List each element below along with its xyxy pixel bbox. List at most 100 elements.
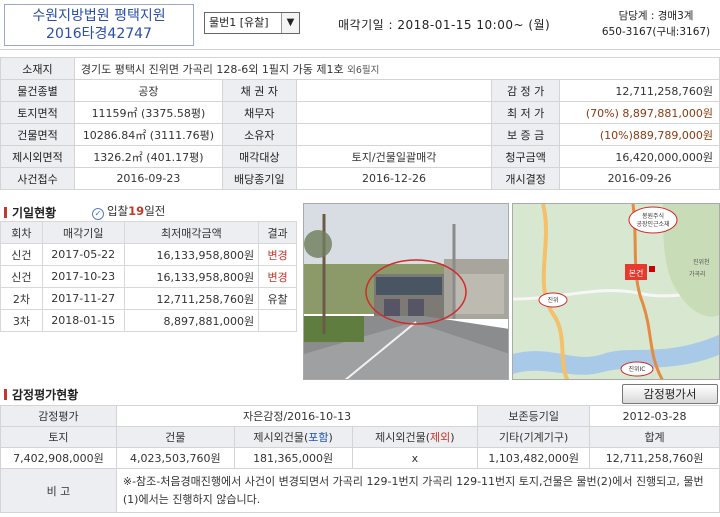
property-photo[interactable]: [303, 203, 509, 380]
info-value: [295, 123, 493, 146]
price-cell: 16,133,958,800원: [123, 265, 260, 288]
bid-days: 19: [128, 204, 145, 218]
info-label: 개시결정: [491, 167, 561, 190]
registration-date: 2012-03-28: [589, 405, 720, 427]
map-label-top1: 봉원주식: [642, 212, 664, 220]
column-header: 매각기일: [41, 221, 125, 244]
result-cell: 변경: [258, 265, 297, 288]
address-row: 소재지 경기도 평택시 진위면 가곡리 128-6외 1필지 가동 제1호 외6…: [0, 57, 720, 80]
appraisal-section-title: 감정평가현황: [4, 386, 78, 403]
appraisal-table: 감정평가 자은감정/2016-10-13 보존등기일 2012-03-28 토지…: [0, 405, 720, 513]
history-row: 신건 2017-10-23 16,133,958,800원 변경: [0, 265, 297, 288]
info-label: 사건접수: [0, 167, 75, 190]
manager-phone: 650-3167(구내:3167): [601, 26, 711, 38]
manager-dept: 담당계 : 경매3계: [618, 10, 694, 22]
appraiser-value: 자은감정/2016-10-13: [115, 405, 479, 427]
note-text: ※-참조-처음경매진행에서 사건이 변경되면서 가곡리 129-1번지 가곡리 …: [115, 468, 720, 513]
info-row: 사건접수 2016-09-23 배당종기일 2016-12-26 개시결정 20…: [0, 167, 720, 190]
section-bar-icon: [4, 389, 7, 400]
manager-info: 담당계 : 경매3계 650-3167(구내:3167): [594, 8, 718, 40]
info-value: [295, 79, 493, 102]
auction-history-table: 회차 매각기일 최저매각금액 결과 신건 2017-05-22 16,133,9…: [0, 221, 297, 332]
address-value: 경기도 평택시 진위면 가곡리 128-6외 1필지 가동 제1호 외6필지: [73, 57, 720, 80]
column-header: 토지: [0, 426, 117, 448]
appraisal-price: 12,711,258,760원: [559, 79, 720, 102]
section-bar-icon: [4, 207, 7, 218]
history-row: 3차 2018-01-15 8,897,881,000원: [0, 309, 297, 332]
column-header: 결과: [258, 221, 297, 244]
result-cell: [258, 309, 297, 332]
location-map[interactable]: 본건 봉원주식 공장인근소재 진위천 가곡리 진위 진위IC: [512, 203, 720, 380]
info-value: 공장: [73, 79, 223, 102]
deposit-amount: (10%)889,789,000원: [559, 123, 720, 146]
map-label-side1: 진위천: [693, 258, 710, 266]
info-label: 감 정 가: [491, 79, 561, 102]
note-label: 비 고: [0, 468, 117, 513]
court-name: 수원지방법원 평택지원: [32, 8, 166, 24]
appraisal-report-button[interactable]: 감정평가서: [622, 384, 718, 404]
round-cell: 3차: [0, 309, 43, 332]
result-cell: 유찰: [258, 287, 297, 310]
info-label: 보 증 금: [491, 123, 561, 146]
total-value: 12,711,258,760원: [589, 447, 720, 469]
claim-amount: 16,420,000,000원: [559, 145, 720, 168]
info-row: 물건종별 공장 채 권 자 감 정 가 12,711,258,760원: [0, 79, 720, 102]
column-header: 회차: [0, 221, 43, 244]
round-cell: 2차: [0, 287, 43, 310]
appraisal-value-row: 7,402,908,000원 4,023,503,760원 181,365,00…: [0, 447, 720, 469]
address-extra: 외6필지: [347, 64, 380, 76]
photo-illustration: [304, 204, 508, 379]
column-header: 합계: [589, 426, 720, 448]
info-value: 11159㎡ (3375.58평): [73, 101, 223, 124]
info-row: 제시외면적 1326.2㎡ (401.17평) 매각대상 토지/건물일괄매각 청…: [0, 145, 720, 168]
item-select-value: 물번1 [유찰]: [209, 16, 269, 29]
land-value: 7,402,908,000원: [0, 447, 117, 469]
info-label: 제시외면적: [0, 145, 75, 168]
map-badge: 본건: [629, 268, 644, 278]
info-value: 2016-09-23: [73, 167, 223, 190]
bid-countdown: ✓ 입찰19일전: [92, 203, 165, 220]
round-cell: 신건: [0, 265, 43, 288]
info-label: 소유자: [221, 123, 297, 146]
price-cell: 12,711,258,760원: [123, 287, 260, 310]
check-circle-icon: ✓: [92, 208, 104, 220]
round-cell: 신건: [0, 243, 43, 266]
address-label: 소재지: [0, 57, 75, 80]
info-value: 2016-12-26: [295, 167, 493, 190]
info-row: 토지면적 11159㎡ (3375.58평) 채무자 최 저 가 (70%) 8…: [0, 101, 720, 124]
info-label: 채무자: [221, 101, 297, 124]
info-value: 토지/건물일괄매각: [295, 145, 493, 168]
appraisal-label: 감정평가: [0, 405, 117, 427]
map-illustration: 본건 봉원주식 공장인근소재 진위천 가곡리 진위 진위IC: [513, 204, 719, 379]
column-header: 건물: [115, 426, 235, 448]
map-label-left: 진위: [547, 296, 558, 304]
info-label: 배당종기일: [221, 167, 297, 190]
map-label-bottom: 진위IC: [629, 365, 646, 373]
registration-label: 보존등기일: [477, 405, 591, 427]
note-row: 비 고 ※-참조-처음경매진행에서 사건이 변경되면서 가곡리 129-1번지 …: [0, 468, 720, 513]
machinery-value: 1,103,482,000원: [477, 447, 591, 469]
date-cell: 2017-11-27: [41, 287, 125, 310]
map-label-side2: 가곡리: [689, 270, 706, 278]
case-number: 2016타경42747: [46, 26, 152, 42]
price-cell: 16,133,958,800원: [123, 243, 260, 266]
extra-excluded-value: x: [351, 447, 479, 469]
info-value: [295, 101, 493, 124]
info-label: 최 저 가: [491, 101, 561, 124]
info-label: 매각대상: [221, 145, 297, 168]
price-cell: 8,897,881,000원: [123, 309, 260, 332]
extra-included-value: 181,365,000원: [233, 447, 353, 469]
item-number-select[interactable]: 물번1 [유찰] ▼: [204, 12, 300, 34]
history-header-row: 회차 매각기일 최저매각금액 결과: [0, 221, 297, 244]
address-text: 경기도 평택시 진위면 가곡리 128-6외 1필지 가동 제1호: [80, 62, 344, 76]
info-value: 1326.2㎡ (401.17평): [73, 145, 223, 168]
info-label: 토지면적: [0, 101, 75, 124]
case-header: 수원지방법원 평택지원 2016타경42747 물번1 [유찰] ▼ 매각기일 …: [0, 0, 720, 50]
case-title-box: 수원지방법원 평택지원 2016타경42747: [4, 4, 194, 46]
appraiser-row: 감정평가 자은감정/2016-10-13 보존등기일 2012-03-28: [0, 405, 720, 427]
date-cell: 2017-10-23: [41, 265, 125, 288]
chevron-down-icon[interactable]: ▼: [281, 13, 299, 33]
history-section-title: 기일현황: [4, 204, 56, 221]
column-header: 최저매각금액: [123, 221, 260, 244]
history-row: 신건 2017-05-22 16,133,958,800원 변경: [0, 243, 297, 266]
